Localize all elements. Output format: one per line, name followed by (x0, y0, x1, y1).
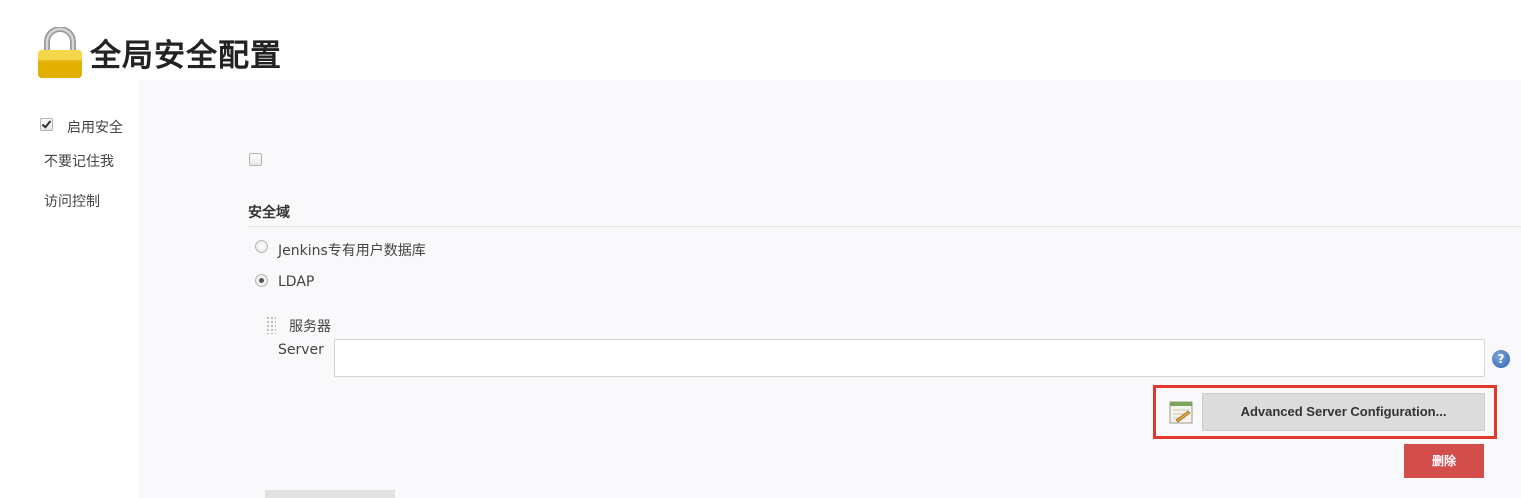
help-icon[interactable]: ? (1492, 350, 1510, 368)
enable-security-checkbox[interactable] (40, 118, 53, 131)
radio-ldap-label: LDAP (278, 274, 315, 290)
notepad-icon (1167, 398, 1195, 426)
disable-remember-me-checkbox[interactable] (249, 153, 262, 166)
server-label: Server (278, 342, 324, 358)
lock-icon (36, 26, 84, 79)
grip-icon[interactable] (266, 316, 276, 334)
page-title: 全局安全配置 (90, 38, 282, 74)
advanced-server-configuration-button[interactable]: Advanced Server Configuration... (1202, 393, 1485, 431)
radio-ldap[interactable] (255, 274, 268, 287)
server-input[interactable] (334, 339, 1485, 377)
section-divider (248, 226, 1521, 227)
disable-remember-me-label: 不要记住我 (44, 154, 114, 170)
radio-jenkins-database[interactable] (255, 240, 268, 253)
bottom-button-stub[interactable] (265, 490, 395, 498)
enable-security-label: 启用安全 (67, 120, 123, 136)
server-group-label: 服务器 (289, 319, 331, 335)
access-control-label: 访问控制 (44, 194, 100, 210)
security-realm-title: 安全域 (248, 205, 290, 221)
radio-jenkins-database-label: Jenkins专有用户数据库 (278, 243, 426, 259)
delete-button[interactable]: 删除 (1404, 444, 1484, 478)
